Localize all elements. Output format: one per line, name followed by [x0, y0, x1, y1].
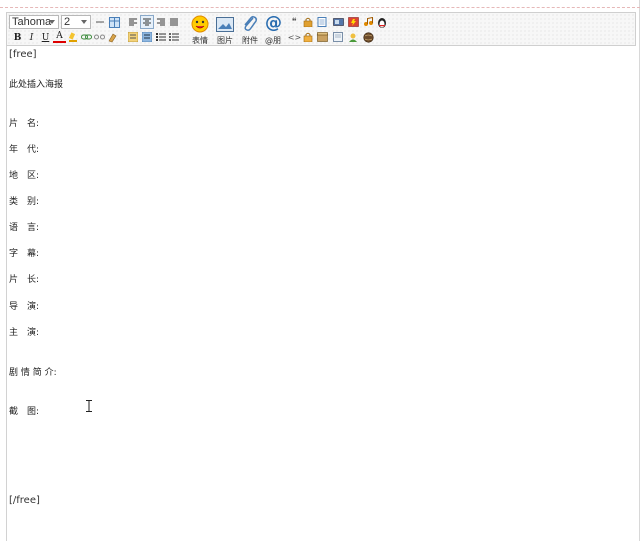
field-language: 语 言:: [9, 223, 40, 233]
emoji-button[interactable]: 表情: [187, 15, 213, 45]
unlink-icon: [93, 34, 105, 40]
eraser-icon: [108, 33, 116, 42]
field-director: 导 演:: [9, 302, 40, 312]
outdent-icon: [128, 32, 138, 42]
field-region: 地 区:: [9, 171, 40, 181]
free-close-tag: [/free]: [9, 495, 40, 506]
lock-icon: [303, 17, 313, 27]
quote-button[interactable]: ❝: [288, 16, 300, 28]
align-justify-button[interactable]: [168, 16, 180, 28]
clear-format-button[interactable]: [106, 31, 118, 43]
font-size-select[interactable]: 2: [61, 15, 91, 29]
qq-button[interactable]: [376, 16, 388, 28]
underline-button[interactable]: U: [39, 31, 52, 44]
link-icon: [80, 34, 92, 40]
image-button[interactable]: 图片: [212, 15, 238, 45]
field-year: 年 代:: [9, 145, 40, 155]
bold-button[interactable]: B: [11, 31, 24, 44]
code-button[interactable]: <>: [288, 31, 301, 43]
emoji-label: 表情: [192, 36, 208, 45]
mention-button[interactable]: @ @朋: [260, 13, 286, 45]
font-size-value: 2: [64, 16, 71, 28]
align-left-icon: [129, 18, 137, 26]
page-button[interactable]: [332, 31, 344, 43]
indent-decrease-button[interactable]: [127, 31, 139, 43]
music-button[interactable]: [362, 16, 374, 28]
image-label: 图片: [217, 36, 233, 45]
text-cursor-icon: [86, 400, 92, 412]
top-divider: [0, 7, 640, 8]
page-icon: [333, 32, 343, 42]
more-button[interactable]: [362, 31, 374, 43]
highlighter-icon: [68, 32, 77, 42]
poster-placeholder-text: 此处插入海报: [9, 80, 64, 90]
penguin-icon: [378, 17, 386, 28]
bullet-list-icon: [169, 33, 179, 41]
field-subtitles: 字 幕:: [9, 249, 40, 259]
film-icon: [332, 18, 344, 26]
chevron-down-icon: [49, 20, 55, 24]
font-family-value: Tahoma: [12, 16, 52, 28]
horizontal-rule-icon: [96, 21, 104, 23]
music-icon: [363, 17, 373, 26]
hide-content-button[interactable]: [316, 16, 328, 28]
paperclip-icon: [244, 16, 257, 31]
align-center-icon: [143, 18, 151, 26]
chevron-down-icon: [81, 20, 87, 24]
horizontal-rule-button[interactable]: [94, 16, 106, 28]
font-family-select[interactable]: Tahoma: [9, 15, 59, 29]
flash-icon: [347, 17, 359, 27]
user-icon: [348, 33, 357, 42]
align-right-icon: [157, 18, 165, 26]
align-justify-icon: [170, 18, 178, 26]
font-color-button[interactable]: A: [53, 31, 66, 43]
field-genre: 类 别:: [9, 197, 40, 207]
align-right-button[interactable]: [155, 16, 167, 28]
at-icon: @: [265, 13, 282, 33]
field-title: 片 名:: [9, 119, 40, 129]
field-screenshots: 截 图:: [9, 407, 40, 417]
align-center-button[interactable]: [140, 15, 154, 29]
mention-label: @朋: [265, 36, 281, 45]
flash-button[interactable]: [347, 16, 359, 28]
editor-left-border: [6, 46, 7, 541]
box-icon: [316, 32, 328, 42]
highlight-button[interactable]: [67, 31, 79, 43]
field-synopsis: 剧 情 简 介:: [9, 368, 57, 378]
field-duration: 片 长:: [9, 275, 40, 285]
package-button[interactable]: [316, 31, 328, 43]
link-button[interactable]: [80, 31, 92, 43]
italic-button[interactable]: I: [25, 31, 38, 44]
media-button[interactable]: [332, 16, 344, 28]
indent-increase-button[interactable]: [141, 31, 153, 43]
smiley-icon: [191, 15, 209, 33]
image-icon: [216, 17, 234, 32]
globe-icon: [362, 31, 374, 43]
unordered-list-button[interactable]: [168, 31, 180, 43]
document-icon: [317, 17, 327, 27]
lock-icon: [303, 32, 313, 42]
free-open-tag: [free]: [9, 49, 37, 60]
field-cast: 主 演:: [9, 328, 40, 338]
table-icon: [108, 16, 120, 28]
table-button[interactable]: [108, 16, 120, 28]
lock-content-button[interactable]: [302, 16, 314, 28]
ordered-list-button[interactable]: [155, 31, 167, 43]
editor-toolbar: Tahoma 2 B I U A 表情 图片 附件 @ @朋 ❝ <>: [6, 12, 636, 46]
indent-icon: [142, 32, 152, 42]
align-left-button[interactable]: [127, 16, 139, 28]
free-tag-button[interactable]: [302, 31, 314, 43]
user-button[interactable]: [347, 31, 359, 43]
unlink-button[interactable]: [93, 31, 105, 43]
rich-text-editor: Tahoma 2 B I U A 表情 图片 附件 @ @朋 ❝ <> [fre…: [0, 0, 640, 541]
ordered-list-icon: [156, 33, 166, 41]
